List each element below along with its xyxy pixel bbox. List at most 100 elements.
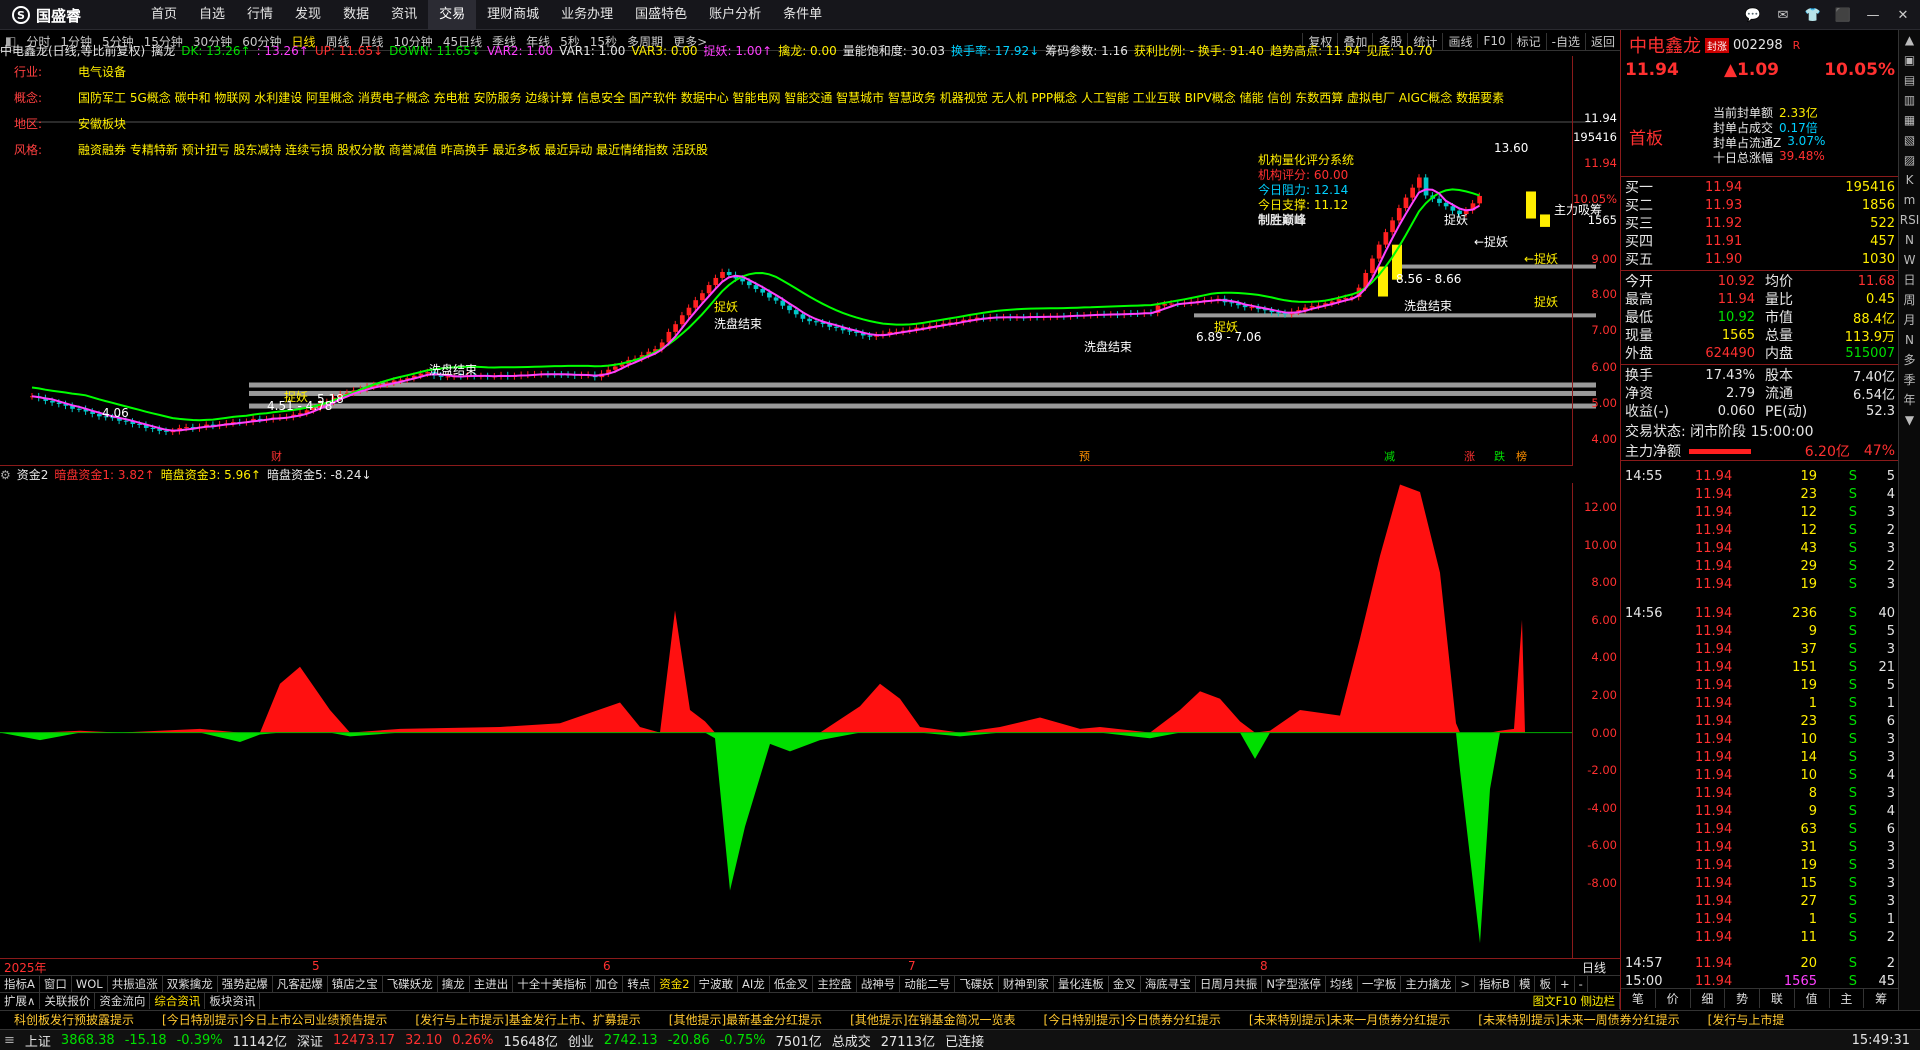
indicator-tab[interactable]: 资金2 <box>655 976 695 992</box>
news-item[interactable]: [未来特别提示]未来一月债券分红提示 <box>1235 1011 1464 1028</box>
indicator-tab[interactable]: 十全十美指标 <box>513 976 592 992</box>
side-tab[interactable]: 势 <box>1725 989 1760 1008</box>
info-tab[interactable]: 板块资讯 <box>205 993 261 1009</box>
nav-3[interactable]: 发现 <box>284 0 332 30</box>
indicator-tab[interactable]: AI龙 <box>738 976 770 992</box>
news-item[interactable]: [其他提示]最新基金分红提示 <box>655 1011 836 1028</box>
f10-sidebar-link[interactable]: 图文F10 侧边栏 <box>1529 993 1620 1009</box>
indicator-tab[interactable]: 海底寻宝 <box>1141 976 1196 992</box>
nav-6[interactable]: 交易 <box>428 0 477 30</box>
right-tool-11[interactable]: W <box>1899 250 1920 270</box>
right-tool-15[interactable]: N <box>1899 330 1920 350</box>
indicator-tab[interactable]: 日周月共振 <box>1196 976 1263 992</box>
indicator-tab[interactable]: > <box>1456 976 1476 992</box>
info-tab[interactable]: 关联报价 <box>40 993 96 1009</box>
indicator-tab[interactable]: 强势起爆 <box>218 976 273 992</box>
nav-8[interactable]: 业务办理 <box>550 0 624 30</box>
fund-flow-chart[interactable] <box>0 483 1572 958</box>
indicator-tab[interactable]: 动能二号 <box>900 976 956 992</box>
side-tab[interactable]: 主 <box>1830 989 1865 1008</box>
news-item[interactable]: [未来特别提示]未来一周债券分红提示 <box>1464 1011 1693 1028</box>
indicator-tab[interactable]: 共振追涨 <box>108 976 163 992</box>
indicator-tab[interactable]: 主控盘 <box>813 976 857 992</box>
nav-2[interactable]: 行情 <box>236 0 284 30</box>
side-tab[interactable]: 细 <box>1691 989 1726 1008</box>
right-tool-12[interactable]: 日 <box>1899 270 1920 290</box>
indicator-tab[interactable]: 主进出 <box>470 976 514 992</box>
side-tab[interactable]: 值 <box>1795 989 1830 1008</box>
nav-5[interactable]: 资讯 <box>380 0 428 30</box>
info-tab[interactable]: 扩展∧ <box>0 993 41 1009</box>
layout-icon[interactable]: ⬛ <box>1832 4 1854 26</box>
right-tool-0[interactable]: ▲ <box>1899 30 1920 50</box>
indicator-tab[interactable]: N字型涨停 <box>1262 976 1326 992</box>
indicator-tab[interactable]: 一字板 <box>1358 976 1402 992</box>
indicator-tab[interactable]: 加仓 <box>591 976 624 992</box>
indicator-tab[interactable]: 镇店之宝 <box>328 976 383 992</box>
nav-10[interactable]: 账户分析 <box>698 0 772 30</box>
right-tool-18[interactable]: 年 <box>1899 390 1920 410</box>
news-item[interactable]: [发行与上市提示]基金发行上市、扩募提示 <box>401 1011 654 1028</box>
news-item[interactable]: [其他提示]在销基金简况一览表 <box>836 1011 1029 1028</box>
nav-4[interactable]: 数据 <box>332 0 380 30</box>
right-tool-8[interactable]: m <box>1899 190 1920 210</box>
minimize-icon[interactable]: — <box>1862 4 1884 26</box>
right-tool-7[interactable]: K <box>1899 170 1920 190</box>
news-item[interactable]: 科创板发行预披露提示 <box>0 1011 148 1028</box>
indicator-tab[interactable]: 擒龙 <box>438 976 470 992</box>
nav-9[interactable]: 国盛特色 <box>624 0 698 30</box>
side-tab[interactable]: 笔 <box>1621 989 1656 1008</box>
right-tool-17[interactable]: 季 <box>1899 370 1920 390</box>
nav-11[interactable]: 条件单 <box>772 0 833 30</box>
indicator-tab[interactable]: - <box>1575 976 1588 992</box>
news-item[interactable]: [今日特别提示]今日债券分红提示 <box>1030 1011 1235 1028</box>
lower-settings-icon[interactable]: ⚙ <box>0 468 11 482</box>
right-tool-10[interactable]: N <box>1899 230 1920 250</box>
indicator-tab[interactable]: 战神号 <box>857 976 901 992</box>
right-tool-1[interactable]: ▣ <box>1899 50 1920 70</box>
indicator-tab[interactable]: 财神到家 <box>999 976 1054 992</box>
news-item[interactable]: [发行与上市提 <box>1694 1011 1799 1028</box>
right-tool-16[interactable]: 多 <box>1899 350 1920 370</box>
nav-1[interactable]: 自选 <box>188 0 236 30</box>
indicator-tab[interactable]: WOL <box>72 976 108 992</box>
info-tab[interactable]: 资金流向 <box>95 993 151 1009</box>
menu-icon[interactable]: ≡ <box>4 1033 15 1048</box>
nav-0[interactable]: 首页 <box>140 0 188 30</box>
indicator-tab[interactable]: 指标A <box>0 976 40 992</box>
side-tab[interactable]: 联 <box>1760 989 1795 1008</box>
message-icon[interactable]: 💬 <box>1742 4 1764 26</box>
right-tool-2[interactable]: ▤ <box>1899 70 1920 90</box>
indicator-tab[interactable]: 宁波敢 <box>695 976 739 992</box>
indicator-tab[interactable]: 飞碟妖龙 <box>383 976 438 992</box>
indicator-tab[interactable]: 窗口 <box>40 976 72 992</box>
mail-icon[interactable]: ✉ <box>1772 4 1794 26</box>
right-tool-14[interactable]: 月 <box>1899 310 1920 330</box>
indicator-tab[interactable]: 双紫擒龙 <box>163 976 218 992</box>
right-tool-13[interactable]: 周 <box>1899 290 1920 310</box>
indicator-tab[interactable]: 指标B <box>1475 976 1515 992</box>
indicator-tab[interactable]: 量化连板 <box>1054 976 1109 992</box>
indicator-tab[interactable]: + <box>1556 976 1575 992</box>
side-tab[interactable]: 筹 <box>1864 989 1899 1008</box>
indicator-tab[interactable]: 板 <box>1535 976 1556 992</box>
right-tool-19[interactable]: ▼ <box>1899 410 1920 430</box>
right-tool-3[interactable]: ▥ <box>1899 90 1920 110</box>
chart-tool-8[interactable]: 返回 <box>1584 32 1620 50</box>
indicator-tab[interactable]: 凡客起爆 <box>273 976 328 992</box>
indicator-tab[interactable]: 模 <box>1515 976 1536 992</box>
indicator-tab[interactable]: 金叉 <box>1109 976 1141 992</box>
indicator-tab[interactable]: 飞碟妖 <box>955 976 999 992</box>
indicator-tab[interactable]: 主力擒龙 <box>1401 976 1457 992</box>
info-tab[interactable]: 综合资讯 <box>150 993 206 1009</box>
skin-icon[interactable]: 👕 <box>1802 4 1824 26</box>
right-tool-5[interactable]: ▧ <box>1899 130 1920 150</box>
nav-7[interactable]: 理财商城 <box>476 0 550 30</box>
right-tool-6[interactable]: ▨ <box>1899 150 1920 170</box>
news-item[interactable]: [今日特别提示]今日上市公司业绩预告提示 <box>148 1011 401 1028</box>
side-tab[interactable]: 价 <box>1656 989 1691 1008</box>
indicator-tab[interactable]: 转点 <box>623 976 656 992</box>
right-tool-9[interactable]: RSI <box>1899 210 1920 230</box>
indicator-tab[interactable]: 低金叉 <box>770 976 814 992</box>
indicator-tab[interactable]: 均线 <box>1326 976 1358 992</box>
